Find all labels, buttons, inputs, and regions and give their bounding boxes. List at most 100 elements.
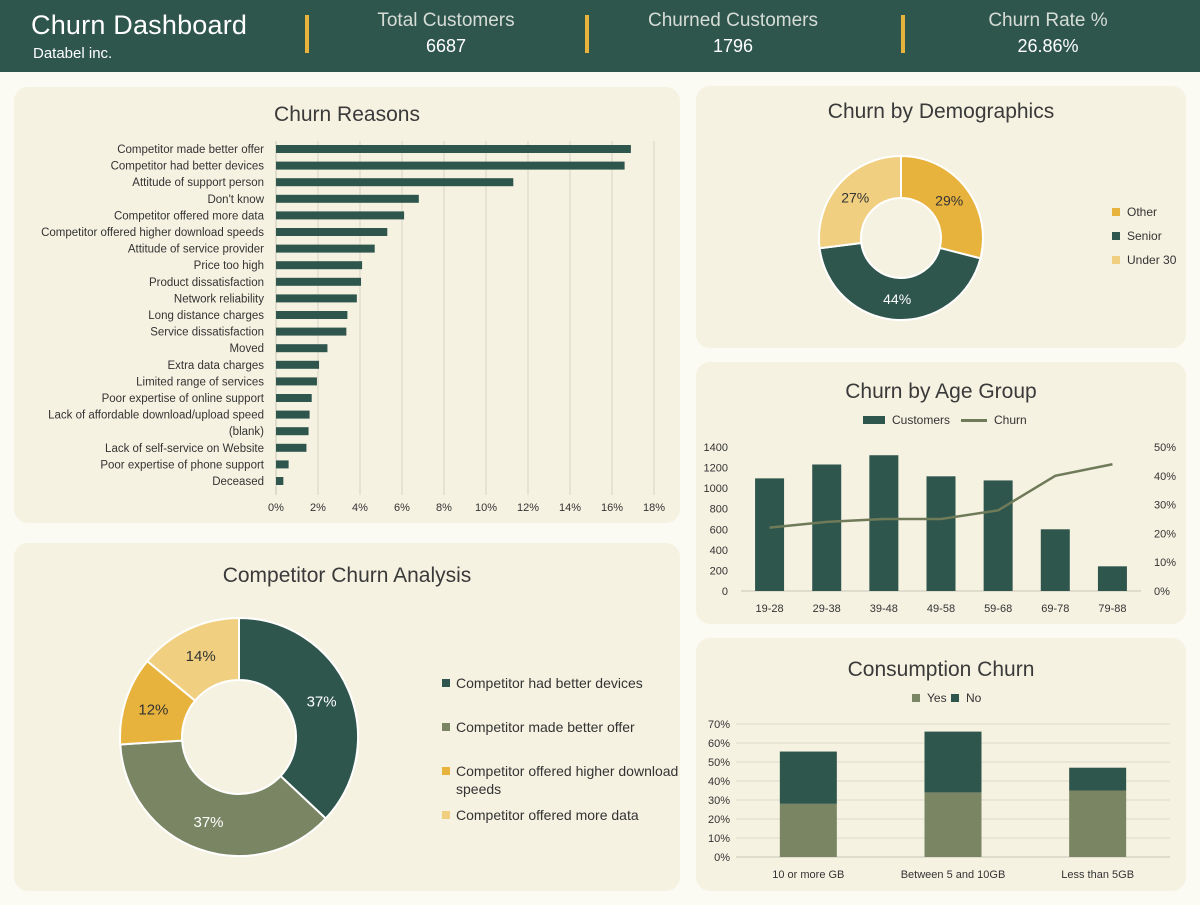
legend-label: Under 30 [1127, 253, 1177, 267]
bar [276, 327, 347, 336]
y-tick-label: 40% [708, 776, 730, 788]
header-divider [305, 15, 309, 53]
y2-tick-label: 0% [1154, 586, 1170, 598]
bar [276, 360, 320, 369]
dashboard-title: Churn Dashboard [31, 10, 248, 40]
legend-swatch [1112, 256, 1120, 264]
x-tick-label: 18% [643, 502, 665, 514]
category-label: Lack of affordable download/upload speed [48, 410, 264, 422]
legend-swatch [1112, 232, 1120, 240]
legend-label: Senior [1127, 229, 1162, 243]
y-tick-label: 10% [708, 833, 730, 845]
category-label: Attitude of support person [132, 177, 264, 189]
bar [276, 410, 310, 419]
x-tick-label: 12% [517, 502, 539, 514]
churn-age-group-panel: Churn by Age Group Customers Churn 0 200 4… [696, 362, 1186, 624]
data-label: 29% [935, 193, 963, 209]
legend-swatch [442, 767, 450, 775]
x-tick-label: 8% [436, 502, 452, 514]
legend-swatch [442, 811, 450, 819]
x-tick-label: 0% [268, 502, 284, 514]
y-tick-label: 1400 [704, 442, 728, 454]
kpi-label: Total Customers [377, 10, 515, 31]
legend-swatch [442, 723, 450, 731]
y2-tick-label: 40% [1154, 471, 1176, 483]
category-label: Long distance charges [148, 310, 264, 322]
bar [276, 460, 289, 469]
legend-label: Competitor offered more data [456, 807, 639, 823]
y-tick-label: 30% [708, 795, 730, 807]
y-tick-label: 70% [708, 719, 730, 731]
dashboard-header: Churn Dashboard Databel inc. Total Custo… [0, 0, 1200, 72]
legend-item-senior: Senior [1112, 229, 1162, 243]
bar [869, 455, 899, 591]
x-tick-label: 39-48 [870, 603, 898, 615]
bar [276, 344, 328, 353]
bar [276, 377, 317, 386]
bar-segment [924, 792, 982, 857]
category-label: Competitor made better offer [117, 144, 264, 156]
bar-segment [779, 803, 837, 857]
y-tick-label: 1200 [704, 463, 728, 475]
category-label: Don't know [207, 194, 264, 206]
x-tick-label: Between 5 and 10GB [901, 869, 1006, 881]
data-label: 27% [841, 190, 869, 206]
churn-demographics-panel: Churn by Demographics 29% 44% 27% Other Se… [696, 86, 1186, 348]
x-tick-label: 59-68 [984, 603, 1012, 615]
x-tick-label: 69-78 [1041, 603, 1069, 615]
x-tick-label: 14% [559, 502, 581, 514]
legend-swatch [1112, 208, 1120, 216]
y2-tick-label: 10% [1154, 557, 1176, 569]
category-label: Price too high [194, 260, 264, 272]
consumption-churn-panel: Consumption Churn Yes No 0% 10% 20% 30% 40% 5… [696, 638, 1186, 891]
legend-label: Other [1127, 205, 1158, 219]
bar-segment [779, 751, 837, 804]
category-label: Competitor offered more data [114, 210, 265, 222]
bar [276, 477, 284, 485]
category-label: Product dissatisfaction [149, 277, 264, 289]
y-tick-label: 60% [708, 738, 730, 750]
donut-slice [818, 241, 982, 321]
x-tick-label: Less than 5GB [1061, 869, 1134, 881]
y-tick-label: 800 [710, 504, 728, 516]
y-tick-label: 200 [710, 565, 728, 577]
churn-age-group-chart: 0 200 400 600 800 1000 1200 1400 0% 10% 20% 30% 40% 5… [704, 442, 1177, 615]
bar-segment [1069, 790, 1127, 857]
legend-label: Competitor made better offer [456, 719, 635, 735]
y-tick-label: 1000 [704, 483, 728, 495]
y-tick-label: 20% [708, 814, 730, 826]
x-tick-label: 49-58 [927, 603, 955, 615]
y2-tick-label: 50% [1154, 442, 1176, 454]
competitor-churn-chart: 37% 37% 12% 14% [119, 616, 359, 857]
header-divider [901, 15, 905, 53]
churn-reasons-panel: Churn Reasons 0% 2% 4% 6% 8% 10% 12% 14% 16% 18% C… [14, 87, 680, 523]
kpi-churned-customers: Churned Customers 1796 [613, 10, 853, 57]
bar [276, 277, 362, 286]
x-tick-label: 79-88 [1098, 603, 1126, 615]
category-label: Competitor had better devices [111, 161, 265, 173]
bar [276, 294, 357, 303]
category-label: Poor expertise of phone support [100, 459, 264, 471]
data-label: 37% [193, 814, 223, 831]
category-label: Extra data charges [167, 360, 264, 372]
bar [276, 443, 307, 452]
legend-label: Competitor offered higher download speed… [456, 763, 679, 797]
category-label: Network reliability [174, 293, 264, 305]
x-tick-label: 10 or more GB [772, 869, 844, 881]
bar [926, 476, 956, 591]
kpi-total-customers: Total Customers 6687 [326, 10, 566, 57]
company-name: Databel inc. [33, 45, 113, 62]
legend-item-better-devices: Competitor had better devices [442, 674, 682, 692]
x-tick-label: 16% [601, 502, 623, 514]
bar [1097, 566, 1127, 591]
bar [276, 194, 419, 203]
category-label: Moved [229, 343, 264, 355]
x-tick-label: 10% [475, 502, 497, 514]
y2-tick-label: 30% [1154, 500, 1176, 512]
bar-segment [924, 731, 982, 793]
bar [755, 478, 785, 591]
y-tick-label: 50% [708, 757, 730, 769]
bar [276, 161, 625, 170]
x-tick-label: 4% [352, 502, 368, 514]
data-label: 12% [138, 701, 168, 718]
